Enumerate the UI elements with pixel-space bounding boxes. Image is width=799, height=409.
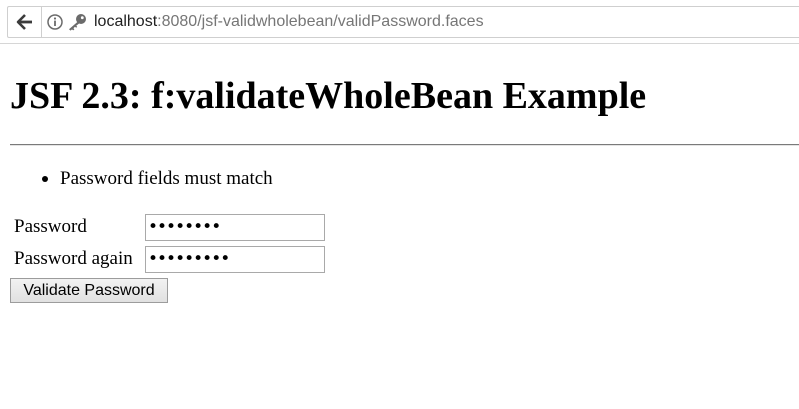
bullet-icon [42, 176, 48, 182]
horizontal-rule [10, 144, 799, 146]
password-input[interactable]: •••••••• [145, 214, 325, 241]
arrow-left-icon [16, 14, 32, 30]
error-messages: Password fields must match [42, 168, 273, 190]
url-host: localhost [94, 13, 158, 30]
address-bar[interactable]: localhost:8080/jsf-validwholebean/validP… [7, 6, 799, 38]
validate-password-button[interactable]: Validate Password [10, 278, 168, 303]
info-icon[interactable] [47, 14, 63, 30]
error-message-text: Password fields must match [60, 168, 273, 189]
url-path: :8080/jsf-validwholebean/validPassword.f… [157, 13, 484, 30]
password-again-input[interactable]: ••••••••• [145, 246, 325, 273]
browser-toolbar: localhost:8080/jsf-validwholebean/validP… [0, 0, 799, 44]
key-icon[interactable] [67, 13, 87, 31]
back-button[interactable] [8, 7, 42, 37]
page-title: JSF 2.3: f:validateWholeBean Example [10, 75, 647, 117]
password-label: Password [14, 216, 87, 237]
error-message-item: Password fields must match [42, 168, 273, 190]
password-again-label: Password again [14, 248, 133, 269]
url-text[interactable]: localhost:8080/jsf-validwholebean/validP… [94, 12, 484, 32]
